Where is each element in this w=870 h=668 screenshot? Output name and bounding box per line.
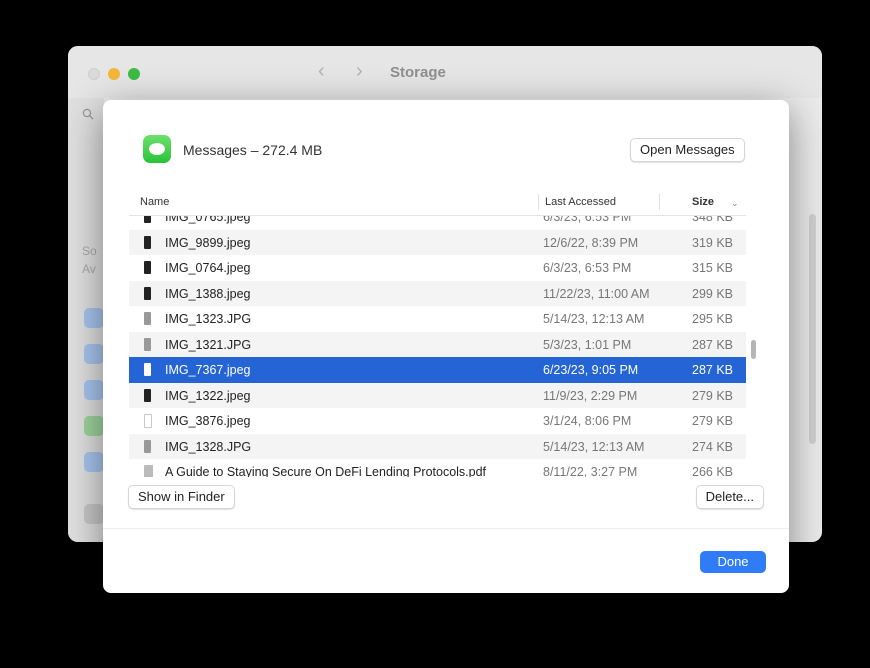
table-row[interactable]: IMG_9899.jpeg 12/6/22, 8:39 PM 319 KB (129, 229, 746, 255)
delete-button[interactable]: Delete... (695, 485, 764, 509)
image-file-icon (144, 286, 151, 300)
table-scrollbar[interactable] (751, 340, 756, 359)
file-name: IMG_3876.jpeg (165, 414, 251, 428)
app-storage-title: Messages – 272.4 MB (183, 142, 323, 158)
image-file-icon (144, 337, 151, 351)
sidebar-text: Av (82, 262, 96, 276)
table-row[interactable]: IMG_1321.JPG 5/3/23, 1:01 PM 287 KB (129, 331, 746, 357)
file-size: 274 KB (692, 439, 734, 454)
close-window-button[interactable] (88, 68, 100, 80)
file-name: IMG_0764.jpeg (165, 261, 251, 275)
search-icon[interactable] (82, 108, 94, 123)
sidebar-text: So (82, 244, 97, 258)
file-size: 299 KB (692, 286, 734, 301)
network-icon[interactable] (84, 380, 104, 400)
file-size: 287 KB (692, 337, 734, 352)
file-last-accessed: 6/23/23, 9:05 PM (543, 363, 639, 377)
done-button[interactable]: Done (700, 551, 766, 573)
column-header-last-accessed[interactable]: Last Accessed (545, 196, 616, 208)
image-file-icon (144, 216, 151, 223)
file-last-accessed: 5/3/23, 1:01 PM (543, 337, 632, 352)
pdf-file-icon (144, 465, 153, 477)
image-file-icon (144, 388, 151, 402)
file-name: IMG_1321.JPG (165, 337, 252, 352)
image-file-icon (144, 363, 151, 376)
sort-chevron-icon[interactable]: ⌄ (731, 198, 739, 209)
table-row[interactable]: IMG_0765.jpeg 6/3/23, 6:53 PM 348 KB (129, 216, 746, 230)
table-body: IMG_0765.jpeg 6/3/23, 6:53 PM 348 KB IMG_98… (129, 216, 746, 477)
file-last-accessed: 3/1/24, 8:06 PM (543, 414, 632, 428)
file-last-accessed: 5/14/23, 12:13 AM (543, 312, 645, 326)
file-size: 348 KB (692, 216, 734, 224)
file-name: IMG_9899.jpeg (165, 235, 251, 250)
general-icon[interactable] (84, 504, 104, 524)
image-file-icon (144, 261, 151, 274)
minimize-window-button[interactable] (108, 68, 120, 80)
file-name: IMG_1388.jpeg (165, 286, 251, 301)
window-titlebar: ‹ › Storage (68, 46, 822, 98)
column-divider (659, 194, 660, 210)
table-header: Name Last Accessed Size ⌄ (129, 188, 746, 216)
file-last-accessed: 11/22/23, 11:00 AM (543, 286, 650, 301)
file-name: IMG_1328.JPG (165, 439, 252, 454)
file-last-accessed: 5/14/23, 12:13 AM (543, 439, 645, 454)
bluetooth-icon[interactable] (84, 344, 104, 364)
file-name: IMG_1323.JPG (165, 312, 252, 326)
table-row[interactable]: A Guide to Staying Secure On DeFi Lendin… (129, 459, 746, 477)
open-messages-button[interactable]: Open Messages (630, 138, 745, 162)
file-last-accessed: 12/6/22, 8:39 PM (543, 235, 639, 250)
file-size: 279 KB (692, 388, 734, 403)
file-last-accessed: 8/11/22, 3:27 PM (543, 465, 638, 477)
table-row[interactable]: IMG_3876.jpeg 3/1/24, 8:06 PM 279 KB (129, 408, 746, 434)
globe-icon[interactable] (84, 452, 104, 472)
window-scrollbar[interactable] (809, 214, 816, 444)
battery-icon[interactable] (84, 416, 104, 436)
image-file-icon (144, 312, 151, 325)
divider (103, 528, 789, 529)
file-name: IMG_0765.jpeg (165, 216, 251, 224)
file-size: 279 KB (692, 414, 734, 428)
image-file-icon (144, 414, 152, 428)
table-row[interactable]: IMG_1328.JPG 5/14/23, 12:13 AM 274 KB (129, 433, 746, 459)
table-row[interactable]: IMG_1323.JPG 5/14/23, 12:13 AM 295 KB (129, 306, 746, 332)
file-name: IMG_7367.jpeg (165, 363, 251, 377)
table-row[interactable]: IMG_1322.jpeg 11/9/23, 2:29 PM 279 KB (129, 382, 746, 408)
file-last-accessed: 6/3/23, 6:53 PM (543, 216, 632, 224)
image-file-icon (144, 439, 151, 453)
table-row[interactable]: IMG_7367.jpeg 6/23/23, 9:05 PM 287 KB (129, 357, 746, 383)
show-in-finder-button[interactable]: Show in Finder (128, 485, 235, 509)
file-size: 315 KB (692, 261, 734, 275)
zoom-window-button[interactable] (128, 68, 140, 80)
file-size: 287 KB (692, 363, 734, 377)
files-table: Name Last Accessed Size ⌄ IMG_0765.jpeg 6… (129, 188, 746, 477)
file-size: 295 KB (692, 312, 734, 326)
column-divider (538, 194, 539, 210)
forward-icon[interactable]: › (356, 60, 363, 83)
messages-app-icon (143, 135, 171, 163)
column-header-name[interactable]: Name (140, 196, 169, 208)
file-last-accessed: 6/3/23, 6:53 PM (543, 261, 632, 275)
file-size: 266 KB (692, 465, 734, 477)
table-row[interactable]: IMG_0764.jpeg 6/3/23, 6:53 PM 315 KB (129, 255, 746, 281)
file-last-accessed: 11/9/23, 2:29 PM (543, 388, 638, 403)
file-size: 319 KB (692, 235, 734, 250)
file-name: IMG_1322.jpeg (165, 388, 251, 403)
column-header-size[interactable]: Size (692, 196, 714, 208)
storage-detail-sheet: Messages – 272.4 MB Open Messages Name L… (103, 100, 789, 593)
window-title: Storage (390, 64, 446, 81)
back-icon[interactable]: ‹ (318, 60, 325, 83)
image-file-icon (144, 235, 151, 249)
file-name: A Guide to Staying Secure On DeFi Lendin… (165, 465, 487, 477)
wifi-icon[interactable] (84, 308, 104, 328)
table-row[interactable]: IMG_1388.jpeg 11/22/23, 11:00 AM 299 KB (129, 280, 746, 306)
